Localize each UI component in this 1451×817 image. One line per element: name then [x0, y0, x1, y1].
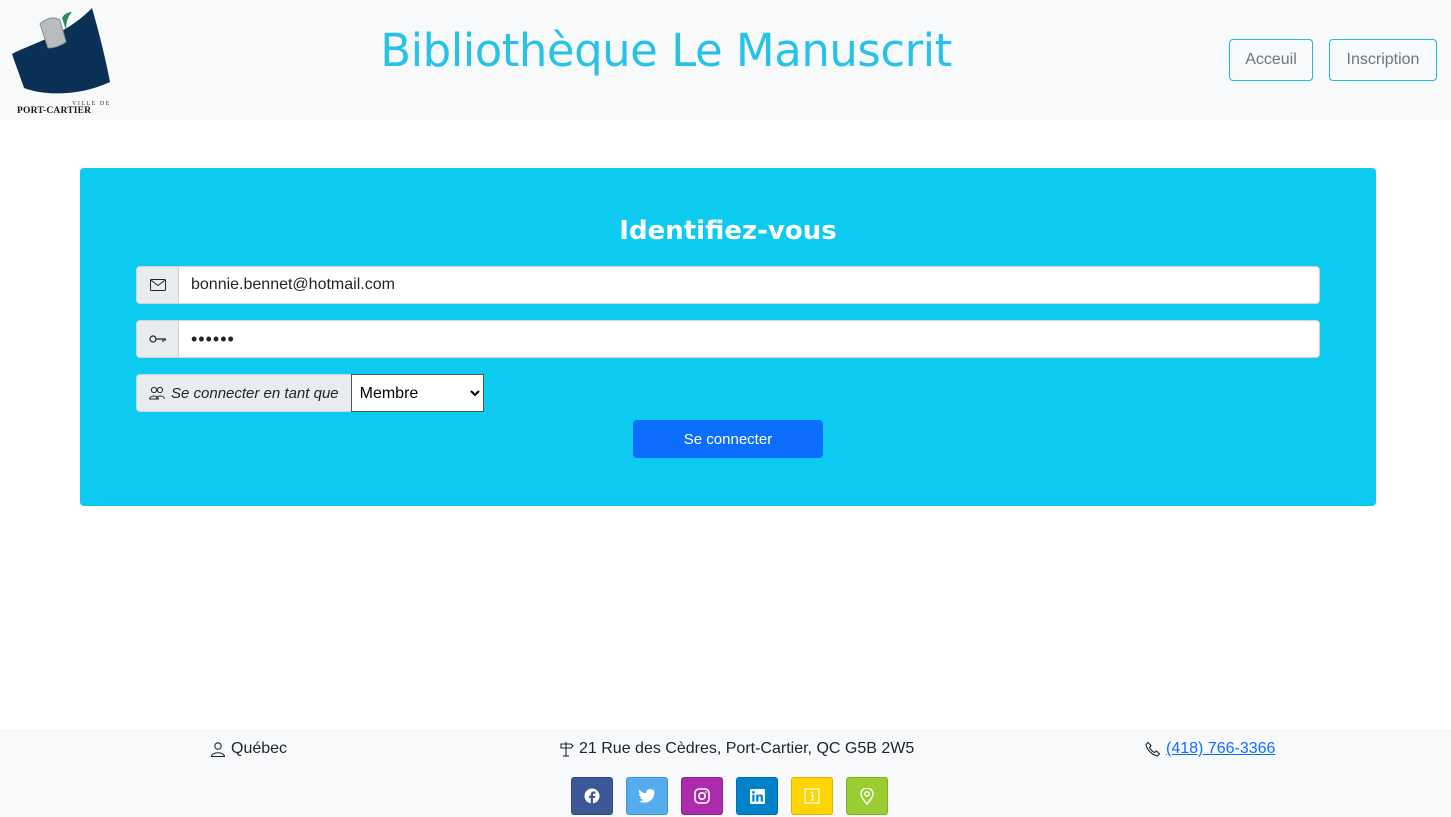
role-input-group: Se connecter en tant que Membre	[136, 374, 484, 412]
person-icon	[210, 742, 226, 757]
password-field[interactable]	[178, 320, 1320, 358]
footer-address: 21 Rue des Cèdres, Port-Cartier, QC G5B …	[558, 740, 914, 758]
facebook-icon[interactable]	[571, 777, 613, 815]
telephone-icon	[1145, 741, 1161, 757]
info-icon[interactable]	[791, 777, 833, 815]
role-label-addon: Se connecter en tant que	[136, 374, 351, 412]
password-input-group	[136, 320, 1320, 358]
twitter-icon[interactable]	[626, 777, 668, 815]
footer-region-text: Québec	[231, 740, 288, 757]
logo-emblem	[12, 8, 110, 94]
login-submit-button[interactable]: Se connecter	[633, 420, 823, 458]
footer-phone-link[interactable]: (418) 766-3366	[1166, 740, 1275, 758]
email-field[interactable]	[178, 266, 1320, 304]
envelope-icon	[136, 266, 178, 304]
social-links	[571, 777, 888, 815]
key-icon	[136, 320, 178, 358]
role-label: Se connecter en tant que	[171, 384, 339, 402]
instagram-icon[interactable]	[681, 777, 723, 815]
login-heading: Identifiez-vous	[619, 216, 837, 246]
footer-region: Québec	[210, 740, 287, 758]
port-cartier-logo[interactable]: VILLE DE PORT-CARTIER	[10, 6, 114, 116]
email-input-group	[136, 266, 1320, 304]
login-card: Identifiez-vous Se connecter en tant que…	[80, 168, 1376, 506]
map-pin-icon[interactable]	[846, 777, 888, 815]
site-footer: Québec 21 Rue des Cèdres, Port-Cartier, …	[0, 729, 1451, 817]
logo-city-text: PORT-CARTIER	[17, 106, 92, 116]
nav-home-button[interactable]: Acceuil	[1229, 39, 1313, 81]
site-header: VILLE DE PORT-CARTIER Bibliothèque Le Ma…	[0, 0, 1451, 120]
footer-phone: (418) 766-3366	[1145, 740, 1275, 758]
role-select[interactable]: Membre	[350, 374, 484, 412]
footer-address-text: 21 Rue des Cèdres, Port-Cartier, QC G5B …	[579, 740, 915, 757]
people-icon	[149, 386, 165, 400]
site-title: Bibliothèque Le Manuscrit	[380, 24, 952, 77]
linkedin-icon[interactable]	[736, 777, 778, 815]
signpost-icon	[560, 742, 574, 757]
nav-signup-button[interactable]: Inscription	[1329, 39, 1437, 81]
